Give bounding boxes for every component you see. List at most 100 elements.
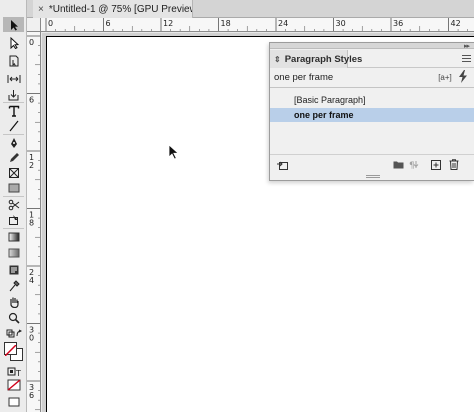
zoom-icon: [8, 312, 20, 324]
ruler-label: 30: [336, 19, 346, 28]
horizontal-ruler-ticks: 061218243036424854: [45, 18, 468, 31]
gradient-swatch-tool-button[interactable]: [3, 229, 24, 244]
panel-menu-button[interactable]: [462, 55, 471, 63]
new-style-icon: [431, 159, 441, 170]
note-tool-button[interactable]: [3, 262, 24, 277]
gradient-feather-tool-button[interactable]: [3, 245, 24, 260]
eyedropper-tool-button[interactable]: [3, 278, 24, 293]
container-icon: T: [7, 367, 21, 377]
eyedropper-icon: [9, 279, 20, 291]
current-style-label: one per frame: [274, 72, 334, 83]
pencil-icon: [9, 152, 19, 162]
direct-selection-icon: [10, 36, 19, 49]
scissors-icon: [8, 199, 19, 210]
pen-tool-button[interactable]: [3, 135, 24, 150]
gradient-swatch-icon: [8, 232, 19, 241]
line-icon: [9, 120, 18, 131]
pencil-tool-button[interactable]: [3, 150, 24, 165]
new-group-button[interactable]: [392, 159, 404, 170]
indesign-window: T × *Untitled-1 @ 75% [GPU Preview] 0 6 12…: [0, 0, 474, 412]
ruler-label: 18: [221, 19, 231, 28]
collapse-panel-icon[interactable]: ▸▸: [464, 42, 470, 50]
ruler-label: 0: [29, 334, 34, 343]
ruler-label: 8: [29, 219, 34, 228]
ruler-label: 2: [29, 161, 34, 170]
panel-drag-bar[interactable]: ▸▸: [270, 42, 474, 50]
folder-icon: [393, 161, 403, 169]
scissors-tool-button[interactable]: [3, 197, 24, 212]
style-list: [Basic Paragraph] one per frame: [270, 88, 474, 154]
delete-style-button[interactable]: [448, 159, 460, 170]
panel-header: ⇕ Paragraph Styles: [270, 50, 474, 68]
mouse-cursor-icon: [168, 144, 179, 160]
quick-apply-button[interactable]: [458, 70, 468, 83]
clear-overrides-icon: ¶: [409, 161, 419, 169]
document-title: *Untitled-1 @ 75% [GPU Preview]: [48, 3, 193, 15]
load-styles-icon: [276, 161, 288, 170]
apply-none-button[interactable]: [3, 377, 24, 392]
ruler-label: 24: [278, 19, 288, 28]
rectangle-icon: [8, 183, 19, 192]
note-icon: [9, 265, 18, 274]
free-transform-icon: [8, 214, 18, 225]
gradient-feather-icon: [8, 248, 19, 257]
paragraph-styles-panel: ▸▸ ⇕ Paragraph Styles one per frame [a+]…: [269, 42, 474, 181]
ruler-origin[interactable]: [27, 18, 41, 32]
panel-resize-grip[interactable]: [366, 175, 380, 179]
rectangle-frame-tool-button[interactable]: [3, 165, 24, 180]
fill-swatch[interactable]: [4, 342, 17, 357]
vertical-ruler[interactable]: 061218243036: [27, 32, 41, 412]
line-tool-button[interactable]: [3, 118, 24, 133]
ruler-label: 6: [29, 96, 34, 105]
content-collector-icon: [8, 89, 19, 100]
panel-tab-paragraph-styles[interactable]: ⇕ Paragraph Styles: [270, 50, 362, 68]
svg-text:T: T: [15, 369, 21, 377]
content-collector-tool-button[interactable]: [3, 87, 24, 102]
selection-tool-button[interactable]: [3, 17, 24, 32]
ruler-label: 12: [163, 19, 173, 28]
close-tab-icon[interactable]: ×: [38, 4, 44, 15]
ruler-label: 42: [451, 19, 461, 28]
tools-panel: T: [0, 0, 27, 412]
document-tab[interactable]: × *Untitled-1 @ 75% [GPU Preview]: [33, 0, 193, 18]
page-tool-button[interactable]: [3, 53, 24, 68]
ruler-label: 4: [29, 276, 34, 285]
panel-footer: ¶: [270, 154, 474, 174]
hand-tool-button[interactable]: [3, 294, 24, 309]
new-style-from-selection-button[interactable]: [a+]: [438, 71, 452, 83]
screen-mode-button[interactable]: [3, 394, 24, 409]
page-icon: [9, 55, 18, 66]
gap-icon: [7, 74, 20, 83]
pen-icon: [10, 137, 17, 148]
style-item-basic-paragraph[interactable]: [Basic Paragraph]: [270, 93, 474, 107]
direct-selection-tool-button[interactable]: [3, 35, 24, 50]
ruler-label: 36: [393, 19, 403, 28]
hand-icon: [9, 297, 19, 308]
ruler-label: 0: [29, 38, 34, 47]
free-transform-tool-button[interactable]: [3, 212, 24, 227]
swap-colors-icon: [6, 329, 22, 337]
ruler-label: 0: [48, 19, 53, 28]
style-item-one-per-frame[interactable]: one per frame: [270, 108, 474, 122]
lightning-icon: [459, 70, 467, 83]
style-item-label: one per frame: [294, 110, 354, 120]
ruler-label: 6: [106, 19, 111, 28]
trash-icon: [449, 159, 459, 170]
new-style-button[interactable]: [430, 159, 442, 170]
rectangle-frame-icon: [8, 167, 19, 178]
gap-tool-button[interactable]: [3, 71, 24, 86]
zoom-tool-button[interactable]: [3, 310, 24, 325]
type-tool-button[interactable]: [3, 103, 24, 118]
swap-fill-stroke-button[interactable]: [3, 326, 24, 341]
panel-title: Paragraph Styles: [284, 53, 363, 65]
clear-overrides-button[interactable]: ¶: [409, 159, 421, 170]
chevron-updown-icon: ⇕: [274, 54, 281, 64]
horizontal-ruler[interactable]: 061218243036424854: [41, 18, 474, 32]
document-tab-bar: × *Untitled-1 @ 75% [GPU Preview]: [27, 0, 474, 18]
screen-mode-icon: [8, 397, 19, 406]
rectangle-tool-button[interactable]: [3, 180, 24, 195]
load-styles-button[interactable]: [276, 159, 288, 170]
type-icon: [8, 105, 19, 117]
style-item-label: [Basic Paragraph]: [294, 95, 366, 105]
selection-icon: [10, 19, 18, 30]
